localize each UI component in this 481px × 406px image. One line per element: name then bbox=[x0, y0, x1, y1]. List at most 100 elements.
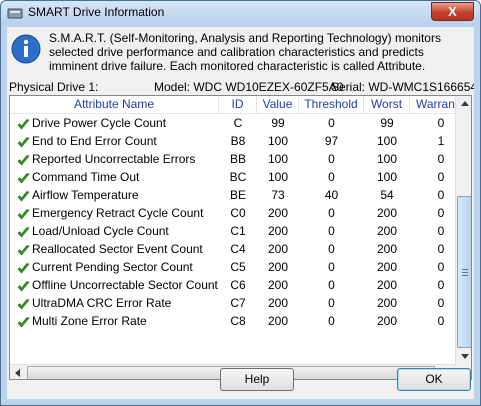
cell-attribute-name: UltraDMA CRC Error Rate bbox=[10, 295, 219, 313]
green-check-icon bbox=[17, 317, 30, 328]
table-row[interactable]: Current Pending Sector Count C5 200 0 200 0 bbox=[10, 259, 455, 277]
attribute-name-text: Reported Uncorrectable Errors bbox=[32, 152, 196, 166]
cell-id: BB bbox=[229, 152, 246, 166]
cell-attribute-name: Emergency Retract Cycle Count bbox=[10, 205, 219, 223]
cell-threshold: 0 bbox=[328, 278, 335, 292]
cell-threshold: 0 bbox=[328, 170, 335, 184]
table-row[interactable]: Airflow Temperature BE 73 40 54 0 bbox=[10, 187, 455, 205]
column-header-worst[interactable]: Worst bbox=[364, 96, 410, 114]
table-row[interactable]: Multi Zone Error Rate C8 200 0 200 0 bbox=[10, 313, 455, 331]
cell-worst: 200 bbox=[376, 278, 398, 292]
cell-worst: 200 bbox=[376, 242, 398, 256]
info-icon bbox=[11, 34, 41, 64]
model-label: Model: WDC WD10EZEX-60ZF5A0 bbox=[154, 80, 344, 94]
table-row[interactable]: Offline Uncorrectable Sector Count C6 200 0… bbox=[10, 277, 455, 295]
cell-value: 100 bbox=[267, 134, 289, 148]
attribute-name-text: Drive Power Cycle Count bbox=[32, 116, 167, 130]
green-check-icon bbox=[17, 155, 30, 166]
table-row[interactable]: Command Time Out BC 100 0 100 0 bbox=[10, 169, 455, 187]
attribute-name-text: End to End Error Count bbox=[32, 134, 157, 148]
green-check-icon bbox=[17, 263, 30, 274]
cell-id: BE bbox=[229, 188, 246, 202]
cell-value: 200 bbox=[267, 314, 289, 328]
green-check-icon bbox=[17, 137, 30, 148]
column-header-value[interactable]: Value bbox=[257, 96, 299, 114]
cell-id: C6 bbox=[230, 278, 246, 292]
table-row[interactable]: End to End Error Count B8 100 97 100 1 bbox=[10, 133, 455, 151]
cell-worst: 100 bbox=[376, 152, 398, 166]
green-check-icon bbox=[17, 227, 30, 238]
smart-description: S.M.A.R.T. (Self-Monitoring, Analysis an… bbox=[49, 31, 441, 73]
cell-attribute-name: Offline Uncorrectable Sector Count bbox=[10, 277, 219, 295]
table-row[interactable]: Emergency Retract Cycle Count C0 200 0 200 0 bbox=[10, 205, 455, 223]
cell-id: C5 bbox=[230, 260, 246, 274]
vertical-scroll-thumb[interactable] bbox=[457, 196, 471, 348]
chevron-left-icon[interactable] bbox=[15, 369, 20, 377]
help-button[interactable]: Help bbox=[220, 368, 294, 391]
cell-threshold: 0 bbox=[328, 260, 335, 274]
cell-value: 200 bbox=[267, 206, 289, 220]
table-row[interactable]: Reported Uncorrectable Errors BB 100 0 100 0 bbox=[10, 151, 455, 169]
cell-attribute-name: Reallocated Sector Event Count bbox=[10, 241, 219, 259]
column-header-attribute-name[interactable]: Attribute Name bbox=[10, 96, 219, 114]
cell-attribute-name: Command Time Out bbox=[10, 169, 219, 187]
cell-attribute-name: Reported Uncorrectable Errors bbox=[10, 151, 219, 169]
green-check-icon bbox=[17, 299, 30, 310]
scroll-down-button[interactable] bbox=[457, 348, 471, 364]
cell-attribute-name: Current Pending Sector Count bbox=[10, 259, 219, 277]
cell-threshold: 0 bbox=[328, 314, 335, 328]
cell-worst: 100 bbox=[376, 170, 398, 184]
grip-line bbox=[462, 275, 468, 276]
cell-value: 100 bbox=[267, 170, 289, 184]
attribute-table[interactable]: Attribute Name ID Value Threshold Worst … bbox=[9, 95, 472, 380]
vertical-scrollbar[interactable] bbox=[455, 96, 471, 364]
green-check-icon bbox=[17, 191, 30, 202]
cell-worst: 200 bbox=[376, 260, 398, 274]
cell-threshold: 0 bbox=[328, 242, 335, 256]
title-bar[interactable]: SMART Drive Information X bbox=[1, 1, 480, 25]
cell-threshold: 97 bbox=[324, 134, 339, 148]
grip-line bbox=[462, 269, 468, 270]
cell-worst: 200 bbox=[376, 314, 398, 328]
scroll-up-button[interactable] bbox=[457, 96, 471, 112]
cell-value: 200 bbox=[267, 260, 289, 274]
cell-worst: 54 bbox=[380, 188, 394, 202]
cell-attribute-name: Airflow Temperature bbox=[10, 187, 219, 205]
cell-value: 200 bbox=[267, 224, 289, 238]
cell-attribute-name: End to End Error Count bbox=[10, 133, 219, 151]
attribute-name-text: Airflow Temperature bbox=[32, 188, 139, 202]
cell-worst: 200 bbox=[376, 296, 398, 310]
cell-threshold: 0 bbox=[328, 296, 335, 310]
table-header: Attribute Name ID Value Threshold Worst … bbox=[10, 96, 470, 114]
cell-worst: 99 bbox=[380, 116, 394, 130]
ok-button[interactable]: OK bbox=[397, 368, 471, 391]
cell-id: C0 bbox=[230, 206, 246, 220]
green-check-icon bbox=[17, 245, 30, 256]
column-header-threshold[interactable]: Threshold bbox=[299, 96, 364, 114]
grip-line bbox=[462, 272, 468, 273]
physical-drive-label: Physical Drive 1: bbox=[9, 80, 99, 94]
cell-threshold: 0 bbox=[328, 116, 335, 130]
cell-threshold: 40 bbox=[324, 188, 339, 202]
cell-threshold: 0 bbox=[328, 206, 335, 220]
close-button[interactable]: X bbox=[431, 2, 474, 21]
cell-id: C4 bbox=[230, 242, 246, 256]
cell-worst: 100 bbox=[376, 134, 398, 148]
green-check-icon bbox=[17, 209, 30, 220]
table-row[interactable]: Drive Power Cycle Count C 99 0 99 0 bbox=[10, 115, 455, 133]
cell-value: 200 bbox=[267, 296, 289, 310]
table-row[interactable]: Reallocated Sector Event Count C4 200 0 200 0 bbox=[10, 241, 455, 259]
drive-info-line: Physical Drive 1: Model: WDC WD10EZEX-60… bbox=[7, 80, 474, 94]
cell-id: C7 bbox=[230, 296, 246, 310]
cell-value: 100 bbox=[267, 152, 289, 166]
attribute-name-text: UltraDMA CRC Error Rate bbox=[32, 296, 172, 310]
table-row[interactable]: UltraDMA CRC Error Rate C7 200 0 200 0 bbox=[10, 295, 455, 313]
table-row[interactable]: Load/Unload Cycle Count C1 200 0 200 0 bbox=[10, 223, 455, 241]
column-header-id[interactable]: ID bbox=[219, 96, 257, 114]
drive-icon bbox=[7, 8, 23, 19]
cell-threshold: 0 bbox=[328, 224, 335, 238]
cell-attribute-name: Drive Power Cycle Count bbox=[10, 115, 219, 133]
attribute-name-text: Current Pending Sector Count bbox=[32, 260, 193, 274]
green-check-icon bbox=[17, 119, 30, 130]
attribute-name-text: Command Time Out bbox=[32, 170, 140, 184]
